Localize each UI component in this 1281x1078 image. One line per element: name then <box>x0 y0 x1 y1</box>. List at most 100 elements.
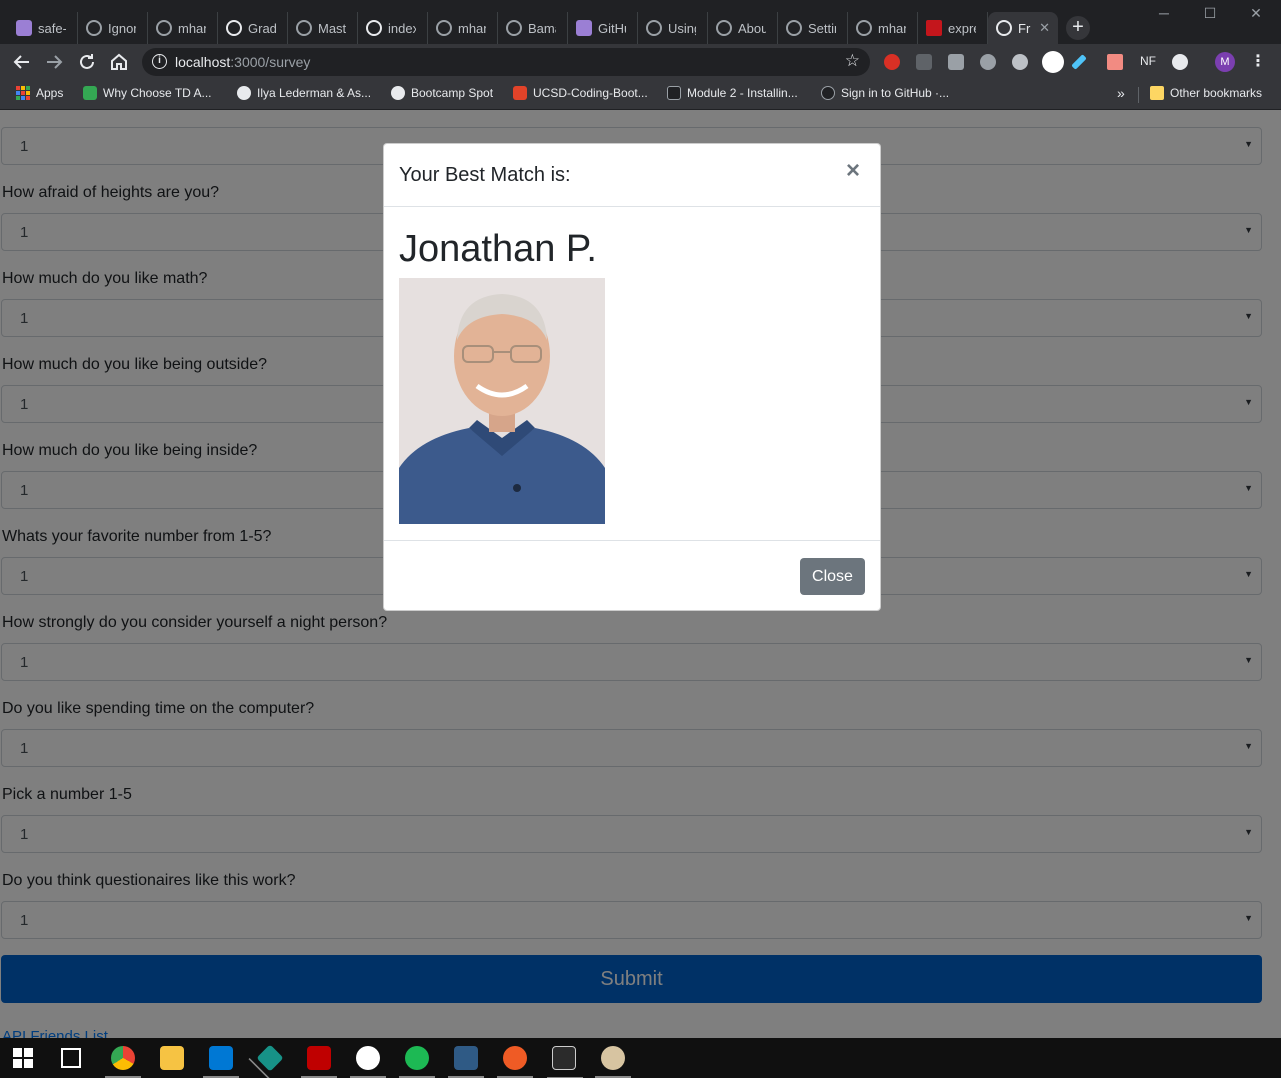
vscode-icon[interactable] <box>203 1046 239 1078</box>
paint-icon[interactable] <box>595 1046 631 1078</box>
tab[interactable]: mhan <box>428 12 498 44</box>
bookmark-td[interactable]: Why Choose TD A... <box>83 86 212 100</box>
github-icon <box>86 20 102 36</box>
tab-strip: safe- Ignor mhan Grade Maste index mhan Bama Git… <box>0 0 1281 44</box>
bird-icon <box>237 86 251 100</box>
windows-start-icon[interactable] <box>13 1048 33 1068</box>
tab[interactable]: mhan <box>848 12 918 44</box>
bootcamp-icon <box>391 86 405 100</box>
match-photo <box>399 278 605 524</box>
maximize-button[interactable]: ☐ <box>1187 4 1233 26</box>
other-bookmarks-label: Other bookmarks <box>1170 86 1263 100</box>
mysql-workbench-icon[interactable] <box>448 1046 484 1078</box>
github-icon <box>716 20 732 36</box>
github-icon <box>506 20 522 36</box>
tab-active[interactable]: Fr ✕ <box>988 12 1058 44</box>
tab[interactable]: Maste <box>288 12 358 44</box>
github-icon <box>646 20 662 36</box>
bookmarks-overflow-icon[interactable]: » <box>1117 85 1125 101</box>
forward-extension-icon[interactable] <box>1107 54 1123 70</box>
close-button[interactable]: Close <box>800 558 865 595</box>
postman-icon[interactable] <box>497 1046 533 1078</box>
tab[interactable]: Ignor <box>78 12 148 44</box>
tab[interactable]: Settir <box>778 12 848 44</box>
github-icon <box>786 20 802 36</box>
modal-footer: Close <box>384 540 880 610</box>
tab[interactable]: mhan <box>148 12 218 44</box>
tab-title: Maste <box>318 20 346 36</box>
tab-close-icon[interactable]: ✕ <box>1039 20 1050 36</box>
tab[interactable]: GitHu <box>568 12 638 44</box>
address-bar[interactable]: i localhost:3000/survey ☆ <box>142 48 870 76</box>
github-icon <box>821 86 835 100</box>
sync-extension-icon[interactable] <box>1012 54 1028 70</box>
tab[interactable]: Abou <box>708 12 778 44</box>
modal-header: Your Best Match is: × <box>384 144 880 207</box>
github-icon <box>296 20 312 36</box>
tab-title: mhan <box>458 20 486 36</box>
globe-icon <box>226 20 242 36</box>
slack-icon[interactable] <box>350 1046 386 1078</box>
bookmarks-bar: Apps Why Choose TD A... Ilya Lederman & … <box>0 80 1281 110</box>
book-icon <box>667 86 681 100</box>
globe-icon <box>366 20 382 36</box>
url-path: :3000/survey <box>230 54 311 70</box>
reload-icon[interactable] <box>75 50 99 74</box>
bookmark-star-icon[interactable]: ☆ <box>845 51 860 71</box>
close-icon[interactable]: × <box>846 159 860 183</box>
tab-title: expre <box>948 20 976 36</box>
back-arrow-icon[interactable] <box>10 50 34 74</box>
site-info-icon[interactable]: i <box>152 54 167 69</box>
task-view-icon[interactable] <box>61 1048 81 1068</box>
nf-extension-icon[interactable]: NF <box>1140 54 1156 68</box>
forward-arrow-icon[interactable] <box>42 50 66 74</box>
folder-icon <box>1150 86 1164 100</box>
tab[interactable]: safe- <box>8 12 78 44</box>
url-host: localhost <box>175 54 231 70</box>
tab-title: Ignor <box>108 20 136 36</box>
github-icon <box>856 20 872 36</box>
chrome-icon[interactable] <box>105 1046 141 1078</box>
home-icon[interactable] <box>107 50 131 74</box>
bookmark-gitlab[interactable]: UCSD-Coding-Boot... <box>513 86 648 100</box>
gitlab-icon <box>513 86 527 100</box>
tab-title: mhan <box>878 20 906 36</box>
menu-dots-icon[interactable]: ⋮ <box>1250 51 1266 71</box>
tabs-extension-icon[interactable] <box>916 54 932 70</box>
file-explorer-icon[interactable] <box>160 1046 184 1070</box>
bookmark-apps[interactable]: Apps <box>16 86 63 100</box>
filezilla-icon[interactable] <box>301 1046 337 1078</box>
bookmark-label: Apps <box>36 86 64 100</box>
window-close-button[interactable]: ✕ <box>1233 4 1279 26</box>
spotify-icon[interactable] <box>399 1046 435 1078</box>
new-tab-button[interactable]: + <box>1066 16 1090 40</box>
pen-extension-icon[interactable] <box>1071 54 1087 70</box>
bookmark-label: Sign in to GitHub ·... <box>841 86 950 100</box>
minimize-button[interactable]: ─ <box>1141 4 1187 26</box>
bookmark-label: Why Choose TD A... <box>103 86 212 100</box>
npm-icon <box>926 20 942 36</box>
windows-taskbar <box>0 1038 1281 1078</box>
bookmark-ilya[interactable]: Ilya Lederman & As... <box>237 86 371 100</box>
tab[interactable]: Bama <box>498 12 568 44</box>
tab[interactable]: Using <box>638 12 708 44</box>
tab[interactable]: index <box>358 12 428 44</box>
tab[interactable]: expre <box>918 12 988 44</box>
profile-avatar[interactable]: M <box>1215 52 1235 72</box>
tab[interactable]: Grade <box>218 12 288 44</box>
bookmark-module[interactable]: Module 2 - Installin... <box>667 86 798 100</box>
git-kraken-icon[interactable] <box>256 1044 284 1072</box>
record-extension-icon[interactable] <box>1042 51 1064 73</box>
tab-title: safe- <box>38 20 66 36</box>
browser-toolbar: i localhost:3000/survey ☆ NF M ⋮ <box>0 44 1281 80</box>
camera-extension-icon[interactable] <box>948 54 964 70</box>
bookmark-github[interactable]: Sign in to GitHub ·... <box>821 86 949 100</box>
terminal-icon[interactable] <box>547 1046 583 1078</box>
pacman-extension-icon[interactable] <box>1172 54 1188 70</box>
adblock-extension-icon[interactable] <box>884 54 900 70</box>
octotree-extension-icon[interactable] <box>980 54 996 70</box>
other-bookmarks[interactable]: Other bookmarks <box>1150 86 1262 100</box>
url-text: localhost:3000/survey <box>175 54 310 70</box>
globe-icon <box>996 20 1012 36</box>
bookmark-bootcamp[interactable]: Bootcamp Spot <box>391 86 493 100</box>
